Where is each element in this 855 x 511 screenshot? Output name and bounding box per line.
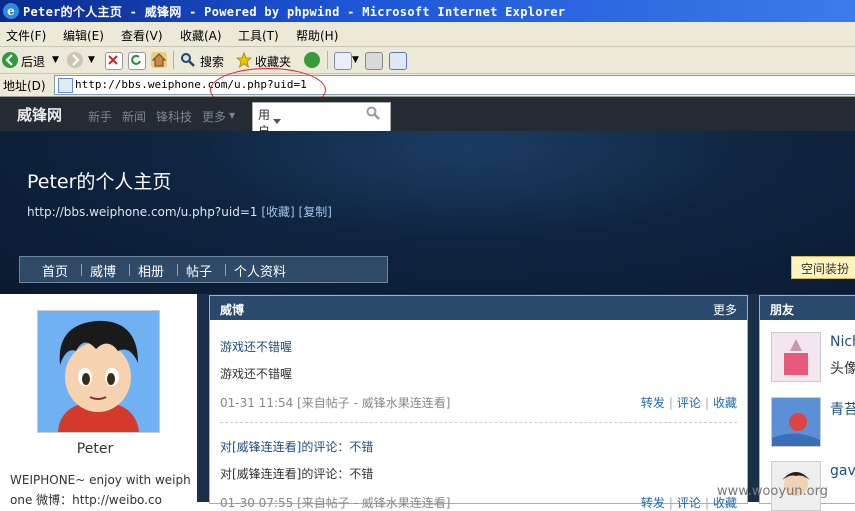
back-dropdown-icon[interactable]: ▼	[52, 55, 59, 65]
page-icon	[58, 78, 73, 93]
profile-banner: Peter的个人主页 http://bbs.weiphone.com/u.php…	[0, 131, 855, 294]
back-icon[interactable]	[2, 52, 18, 68]
friends-panel: 朋友 Nich 头像 青苔 gav	[759, 295, 855, 511]
weibo-more-link[interactable]: 更多	[713, 301, 737, 318]
tab-weibo[interactable]: 威博	[90, 261, 116, 280]
friend-name[interactable]: Nich	[830, 334, 855, 350]
home-icon[interactable]	[151, 52, 167, 68]
watermark: www.wooyun.org	[717, 484, 829, 499]
weibo-panel: 威博 更多 游戏还不错喔 游戏还不错喔 01-31 11:54 [来自帖子 - …	[209, 295, 748, 510]
weibo-panel-header: 威博 更多	[210, 296, 747, 320]
friends-panel-header: 朋友	[760, 296, 855, 320]
stop-icon[interactable]	[105, 52, 123, 70]
profile-url: http://bbs.weiphone.com/u.php?uid=1	[27, 205, 258, 219]
address-bar: 地址(D) http://bbs.weiphone.com/u.php?uid=…	[0, 74, 855, 97]
tab-home[interactable]: 首页	[42, 261, 68, 280]
profile-bio-line: WEIPHONE~ enjoy with weiph	[10, 473, 190, 487]
copy-link[interactable]: [复制]	[299, 205, 332, 219]
search-scope-arrow-icon[interactable]	[273, 119, 281, 124]
comment-link[interactable]: 评论	[677, 396, 701, 410]
favorites-star-icon[interactable]	[235, 51, 253, 68]
nav-link-newbie[interactable]: 新手	[88, 108, 112, 125]
post-body: 对[威锋连连看]的评论：不错	[220, 467, 374, 481]
window-titlebar: e Peter的个人主页 - 威锋网 - Powered by phpwind …	[0, 0, 855, 22]
page-title: Peter的个人主页	[27, 171, 172, 193]
friend-name[interactable]: gav	[830, 463, 855, 479]
back-button-label[interactable]: 后退	[21, 53, 45, 70]
post-meta: 01-31 11:54 [来自帖子 - 威锋水果连连看]	[220, 396, 451, 410]
tab-album[interactable]: 相册	[138, 261, 164, 280]
menu-view[interactable]: 查看(V)	[121, 27, 163, 44]
toolbar: 后退 ▼ ▼ 搜索 收藏夹 ▼	[0, 47, 855, 74]
site-nav: 威锋网 新手 新闻 锋科技 更多 ▼	[0, 97, 855, 131]
window-title: Peter的个人主页 - 威锋网 - Powered by phpwind - …	[23, 5, 566, 19]
address-input[interactable]: http://bbs.weiphone.com/u.php?uid=1	[54, 75, 855, 95]
menu-bar: 文件(F) 编辑(E) 查看(V) 收藏(A) 工具(T) 帮助(H)	[0, 22, 855, 47]
menu-file[interactable]: 文件(F)	[6, 27, 46, 44]
friend-avatar[interactable]	[771, 332, 821, 382]
weibo-panel-title: 威博	[220, 303, 245, 317]
avatar[interactable]	[37, 310, 160, 433]
post-title[interactable]: 游戏还不错喔	[220, 338, 292, 355]
search-icon[interactable]	[180, 52, 196, 68]
profile-tabs: 首页 威博 相册 帖子 个人资料	[19, 256, 388, 283]
search-button-label[interactable]: 搜索	[200, 53, 224, 70]
media-icon[interactable]	[304, 52, 320, 68]
repost-link[interactable]: 转发	[641, 396, 665, 410]
profile-url-line: http://bbs.weiphone.com/u.php?uid=1 [收藏]…	[27, 203, 332, 220]
edit-icon[interactable]	[389, 52, 407, 70]
profile-bio: WEIPHONE~ enjoy with weiph one 微博：http:/…	[10, 470, 190, 510]
forward-dropdown-icon[interactable]: ▼	[88, 55, 95, 65]
menu-help[interactable]: 帮助(H)	[296, 27, 338, 44]
nav-link-tech[interactable]: 锋科技	[156, 108, 192, 125]
nav-link-news[interactable]: 新闻	[122, 108, 146, 125]
mail-icon[interactable]	[334, 52, 352, 70]
site-logo[interactable]: 威锋网	[17, 104, 62, 125]
mail-dropdown-icon[interactable]: ▼	[352, 55, 359, 65]
repost-link[interactable]: 转发	[641, 496, 665, 510]
profile-name: Peter	[76, 441, 114, 457]
friend-name[interactable]: 青苔	[830, 399, 855, 419]
print-icon[interactable]	[365, 52, 383, 70]
decorate-space-button[interactable]: 空间装扮	[791, 256, 855, 279]
favorite-link[interactable]: 收藏	[713, 396, 737, 410]
refresh-icon[interactable]	[128, 52, 146, 70]
ie-logo-icon: e	[3, 3, 19, 19]
tab-posts[interactable]: 帖子	[186, 261, 212, 280]
magnifier-icon[interactable]	[366, 106, 380, 120]
menu-tools[interactable]: 工具(T)	[238, 27, 279, 44]
menu-edit[interactable]: 编辑(E)	[63, 27, 104, 44]
profile-bio-line: one 微博：http://weibo.co	[10, 493, 162, 507]
post-divider	[220, 422, 737, 423]
friends-panel-title: 朋友	[770, 303, 795, 317]
forward-icon[interactable]	[67, 52, 83, 68]
post-title[interactable]: 对[威锋连连看]的评论：不错	[220, 438, 373, 455]
collect-link[interactable]: [收藏]	[261, 205, 294, 219]
nav-link-more[interactable]: 更多	[202, 108, 226, 125]
tab-profile[interactable]: 个人资料	[234, 261, 286, 280]
post-meta: 01-30 07:55 [来自帖子 - 威锋水果连连看]	[220, 496, 451, 510]
friend-avatar[interactable]	[771, 397, 821, 447]
comment-link[interactable]: 评论	[677, 496, 701, 510]
menu-favorites[interactable]: 收藏(A)	[180, 27, 222, 44]
post-body: 游戏还不错喔	[220, 367, 293, 381]
nav-more-arrow-icon[interactable]: ▼	[229, 111, 235, 120]
friend-subtext: 头像	[830, 361, 855, 377]
address-label: 地址(D)	[3, 79, 46, 93]
post-actions: 转发 | 评论 | 收藏	[640, 396, 737, 410]
decorate-space-label[interactable]: 空间装扮	[801, 260, 849, 277]
